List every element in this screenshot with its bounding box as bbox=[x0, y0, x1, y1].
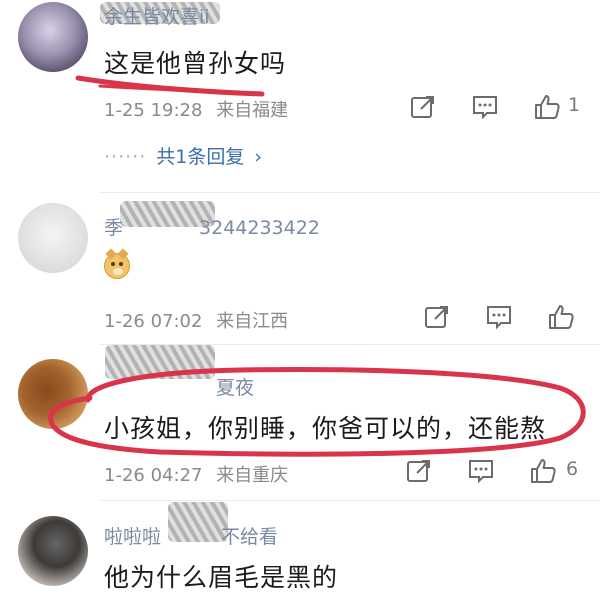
avatar[interactable] bbox=[18, 203, 88, 273]
comment-item: 啦啦啦 不给看 他为什么眉毛是黑的 bbox=[0, 500, 600, 592]
username[interactable]: 余生皆欢喜ii bbox=[104, 2, 210, 29]
username-prefix: 啦啦啦 bbox=[104, 526, 162, 548]
like-count: 6 bbox=[566, 458, 579, 480]
avatar[interactable] bbox=[18, 359, 88, 429]
username[interactable]: 啦啦啦 不给看 bbox=[104, 522, 278, 549]
comment-meta: 1-26 07:02 来自江西 bbox=[104, 307, 288, 333]
comment-location: 来自重庆 bbox=[216, 465, 289, 486]
comment-time: 1-26 04:27 bbox=[104, 465, 203, 486]
thumbs-up-icon[interactable] bbox=[532, 92, 562, 122]
comment-item: 季 3244233422 1-26 07:02 来自江西 bbox=[0, 195, 600, 345]
doge-emoji-icon bbox=[104, 248, 130, 279]
comment-item: 夏夜 小孩姐，你别睡，你爸可以的，还能熬 1-26 04:27 来自重庆 6 bbox=[0, 345, 600, 495]
divider bbox=[100, 192, 600, 193]
comment-text: 这是他曾孙女吗 bbox=[104, 49, 287, 78]
thumbs-up-icon[interactable] bbox=[528, 456, 558, 486]
chevron-right-icon: › bbox=[254, 146, 262, 168]
comment-actions: 1 bbox=[400, 92, 590, 128]
comment-actions: 6 bbox=[400, 456, 590, 492]
thumbs-up-icon[interactable] bbox=[546, 302, 576, 332]
avatar[interactable] bbox=[18, 516, 88, 586]
username[interactable]: 夏夜 bbox=[216, 373, 254, 400]
comment-icon[interactable] bbox=[466, 456, 496, 486]
avatar[interactable] bbox=[18, 2, 88, 72]
replies-label: 共1条回复 bbox=[156, 146, 245, 168]
comment-meta: 1-26 04:27 来自重庆 bbox=[104, 461, 288, 487]
replies-dots: ······ bbox=[104, 146, 147, 168]
username-prefix: 季 bbox=[104, 217, 124, 239]
username-suffix: 不给看 bbox=[221, 526, 279, 548]
comment-actions bbox=[400, 302, 590, 338]
comment-icon[interactable] bbox=[484, 302, 514, 332]
comment-location: 来自福建 bbox=[216, 100, 289, 121]
username-redaction bbox=[105, 345, 215, 379]
username[interactable]: 季 3244233422 bbox=[104, 213, 320, 240]
share-icon[interactable] bbox=[404, 456, 434, 486]
like-count: 1 bbox=[568, 94, 581, 116]
comment-item: 余生皆欢喜ii 这是他曾孙女吗 1-25 19:28 来自福建 1 ······… bbox=[0, 0, 600, 190]
comment-icon[interactable] bbox=[470, 92, 500, 122]
view-replies-link[interactable]: ······ 共1条回复 › bbox=[104, 142, 262, 169]
share-icon[interactable] bbox=[422, 302, 452, 332]
comment-location: 来自江西 bbox=[216, 311, 289, 332]
comment-time: 1-25 19:28 bbox=[104, 100, 203, 121]
comment-meta: 1-25 19:28 来自福建 bbox=[104, 96, 288, 122]
comment-time: 1-26 07:02 bbox=[104, 311, 203, 332]
comment-text: 小孩姐，你别睡，你爸可以的，还能熬 bbox=[104, 414, 547, 443]
comment-text: 他为什么眉毛是黑的 bbox=[104, 563, 339, 592]
username-suffix: 3244233422 bbox=[199, 217, 320, 239]
share-icon[interactable] bbox=[408, 92, 438, 122]
